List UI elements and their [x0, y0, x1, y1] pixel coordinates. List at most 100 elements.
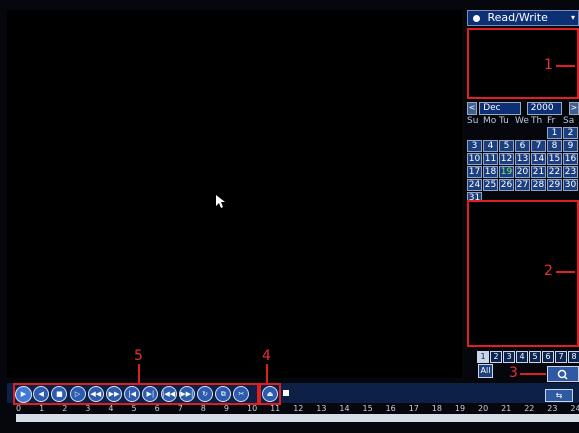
- calendar-day[interactable]: 22: [547, 166, 562, 178]
- mode-label: Read/Write: [487, 11, 548, 24]
- weekday-label: Fr: [547, 116, 556, 126]
- calendar-days: 1 2 3 4 5 6 7 8 9 10 11 12 13 14 15 16 17 18 19 20 21 22 23 24 2…: [467, 127, 579, 204]
- calendar-day[interactable]: 29: [547, 179, 562, 191]
- annotation-1: 1: [544, 57, 553, 73]
- hour-label: 20: [478, 404, 489, 413]
- annotation-4-box: [259, 383, 281, 405]
- calendar-day[interactable]: 2: [563, 127, 578, 139]
- file-list-panel: [467, 200, 579, 347]
- calendar-day[interactable]: 11: [483, 153, 498, 165]
- hour-label: 1: [39, 404, 45, 413]
- prev-month-button[interactable]: <: [467, 101, 478, 115]
- hour-label: 22: [524, 404, 535, 413]
- timeline-hour-labels: 0 1 2 3 4 5 6 7 8 9 10 11 12 13 14 15 16 17 18 19 20 21 22 23 24: [0, 404, 579, 414]
- hour-label: 15: [362, 404, 373, 413]
- calendar-day[interactable]: 19: [499, 166, 514, 178]
- calendar-day[interactable]: 16: [563, 153, 578, 165]
- calendar-day[interactable]: 30: [563, 179, 578, 191]
- weekday-label: Su: [467, 116, 479, 126]
- calendar-day[interactable]: 25: [483, 179, 498, 191]
- calendar-empty-cell: [483, 127, 498, 139]
- calendar-day[interactable]: 9: [563, 140, 578, 152]
- hour-label: 13: [316, 404, 327, 413]
- annotation-3: 3: [509, 365, 518, 381]
- calendar: < Dec 2000 > Su Mo Tu We Th Fr Sa 1 2 3 4 5 6 7 8 9 10 1…: [467, 101, 579, 204]
- channel-button[interactable]: 3: [503, 351, 515, 363]
- progress-marker[interactable]: [283, 390, 289, 396]
- next-month-button[interactable]: >: [568, 101, 579, 115]
- hour-label: 8: [200, 404, 206, 413]
- calendar-day[interactable]: 13: [515, 153, 530, 165]
- calendar-day[interactable]: 10: [467, 153, 482, 165]
- year-select[interactable]: 2000: [526, 101, 562, 115]
- annotation-5-line: [138, 364, 140, 383]
- radio-dot-icon: [473, 14, 480, 22]
- annotation-2: 2: [544, 263, 553, 279]
- channel-button[interactable]: 6: [542, 351, 554, 363]
- hour-label: 12: [293, 404, 304, 413]
- hour-label: 3: [85, 404, 91, 413]
- annotation-5-box: [13, 383, 259, 405]
- read-write-mode-select[interactable]: Read/Write ▾: [467, 10, 579, 26]
- calendar-day[interactable]: 6: [515, 140, 530, 152]
- calendar-day[interactable]: 8: [547, 140, 562, 152]
- dropdown-arrow-icon: ▾: [570, 13, 575, 22]
- calendar-day[interactable]: 24: [467, 179, 482, 191]
- hour-label: 2: [62, 404, 68, 413]
- hour-label: 4: [108, 404, 114, 413]
- calendar-empty-cell: [499, 127, 514, 139]
- calendar-day[interactable]: 12: [499, 153, 514, 165]
- calendar-empty-cell: [531, 127, 546, 139]
- search-icon: [557, 369, 568, 380]
- mouse-cursor-icon: [216, 195, 225, 208]
- calendar-day[interactable]: 20: [515, 166, 530, 178]
- calendar-day[interactable]: 5: [499, 140, 514, 152]
- channel-button[interactable]: 7: [555, 351, 567, 363]
- hour-label: 9: [223, 404, 229, 413]
- calendar-day[interactable]: 15: [547, 153, 562, 165]
- channel-button[interactable]: 5: [529, 351, 541, 363]
- timeline-bar[interactable]: [16, 414, 579, 422]
- all-channels-button[interactable]: All: [478, 364, 493, 378]
- hour-label: 14: [339, 404, 350, 413]
- hour-label: 5: [131, 404, 137, 413]
- hour-label: 17: [408, 404, 419, 413]
- channel-button[interactable]: 1: [477, 351, 489, 363]
- annotation-1-line: [556, 65, 575, 67]
- calendar-day[interactable]: 28: [531, 179, 546, 191]
- calendar-day[interactable]: 27: [515, 179, 530, 191]
- hour-label: 18: [431, 404, 442, 413]
- hour-label: 7: [177, 404, 183, 413]
- channel-button[interactable]: 8: [568, 351, 579, 363]
- weekday-label: Th: [531, 116, 543, 126]
- video-playback-area[interactable]: [7, 10, 462, 378]
- calendar-day[interactable]: 21: [531, 166, 546, 178]
- annotation-3-line: [520, 373, 546, 375]
- calendar-day[interactable]: 23: [563, 166, 578, 178]
- hour-label: 23: [547, 404, 558, 413]
- calendar-day[interactable]: 26: [499, 179, 514, 191]
- year-value: 2000: [530, 102, 554, 113]
- hour-label: 24: [570, 404, 579, 413]
- annotation-4-line: [266, 364, 268, 383]
- hour-label: 0: [16, 404, 22, 413]
- calendar-day[interactable]: 18: [483, 166, 498, 178]
- month-select[interactable]: Dec: [479, 101, 521, 115]
- calendar-day[interactable]: 4: [483, 140, 498, 152]
- channel-button[interactable]: 2: [490, 351, 502, 363]
- calendar-day[interactable]: 1: [547, 127, 562, 139]
- calendar-day[interactable]: 14: [531, 153, 546, 165]
- timeline-zoom-button[interactable]: ⇆: [545, 389, 573, 402]
- calendar-day[interactable]: 7: [531, 140, 546, 152]
- calendar-day[interactable]: 17: [467, 166, 482, 178]
- calendar-day[interactable]: 3: [467, 140, 482, 152]
- search-button[interactable]: [547, 366, 579, 382]
- month-value: Dec: [483, 102, 501, 113]
- annotation-4: 4: [262, 348, 271, 364]
- hour-label: 11: [270, 404, 281, 413]
- weekday-label: We: [515, 116, 529, 126]
- weekday-label: Mo: [483, 116, 497, 126]
- channel-button[interactable]: 4: [516, 351, 528, 363]
- hdd-info-panel: [467, 28, 579, 99]
- calendar-empty-cell: [467, 127, 482, 139]
